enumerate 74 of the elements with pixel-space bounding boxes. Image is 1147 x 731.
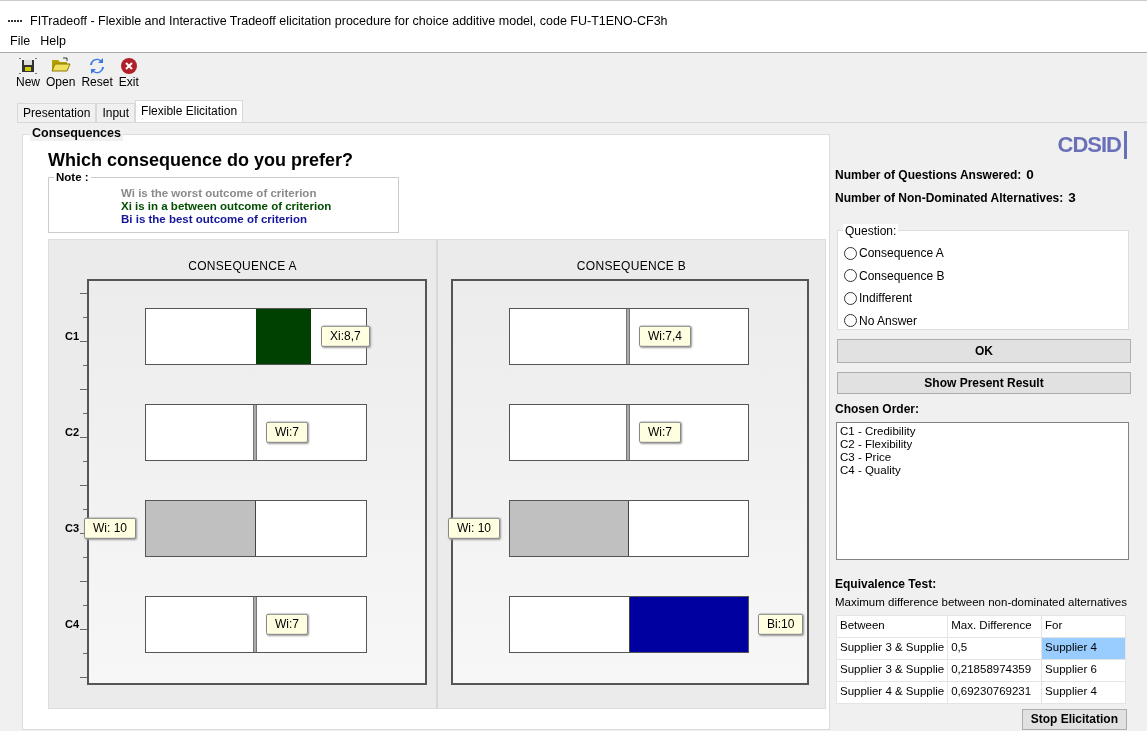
stat-label: Number of Questions Answered: [835,168,1022,183]
bar-marker [626,309,630,364]
table-cell: Supplier 4 & Supplie [836,681,948,704]
radio-button[interactable] [844,291,857,305]
menu-item[interactable]: Help [40,34,66,48]
bar-marker [253,405,257,460]
question-heading: Which consequence do you prefer? [48,150,355,172]
bar-marker [626,405,630,460]
close-icon [119,57,138,75]
axis-label: C2 [64,425,79,440]
column-header: For [1041,615,1126,638]
table-cell: 0,69230769231 [947,681,1042,704]
radio-label[interactable]: No Answer [859,313,918,328]
toolbar-button[interactable]: Exit [116,57,141,96]
menu-item[interactable]: File [10,34,31,48]
radio-button[interactable] [844,269,857,283]
tab[interactable]: Input [96,102,136,122]
stat-value: 0 [1026,167,1034,184]
value-tag: Wi:7 [266,422,308,443]
result-button[interactable]: Show Present Result [837,372,1131,394]
list-item[interactable]: C3 - Price [840,451,1125,465]
value-tag: Wi:7,4 [639,326,691,347]
stat-label: Number of Non-Dominated Alternatives: [835,191,1064,206]
axis-label: C1 [64,329,79,344]
chart-title: CONSEQUENCE B [575,257,688,275]
bar-marker [253,597,257,652]
value-tag: Bi:10 [758,614,804,635]
group-title: Question: [843,224,899,239]
radio-label[interactable]: Consequence A [859,246,944,261]
list-item[interactable]: C1 - Credibility [840,425,1125,439]
ok-button[interactable]: OK [837,339,1131,363]
table-cell: 0,21858974359 [947,659,1042,682]
value-tag: Wi:7 [639,422,681,443]
tab[interactable]: Flexible Elicitation [135,100,244,122]
tab[interactable]: Presentation [17,102,97,122]
window-icon [8,20,22,23]
table-cell: Supplier 3 & Supplie [836,659,948,682]
radio-label[interactable]: Consequence B [859,268,945,283]
note-text: Xi is in a between outcome of criterion [121,199,333,213]
stop-button[interactable]: Stop Elicitation [1021,708,1127,730]
section-title: Chosen Order: [835,402,920,417]
column-header: Max. Difference [947,615,1042,638]
note-text: Wi is the worst outcome of criterion [121,186,318,200]
value-tag: Wi: 10 [448,518,500,539]
value-tag: Wi:7 [266,614,308,635]
toolbar-button[interactable]: Reset [79,57,115,96]
group-title: Consequences [30,126,123,141]
note-text: Bi is the best outcome of criterion [121,212,308,226]
list-item[interactable]: C2 - Flexibility [840,438,1125,452]
list-item[interactable]: C4 - Quality [840,464,1125,478]
refresh-icon [89,57,106,75]
table-cell: 0,5 [947,637,1042,660]
value-tag: Wi: 10 [84,518,136,539]
stat-value: 3 [1068,190,1076,207]
toolbar-button[interactable]: New [14,57,42,96]
radio-button[interactable] [844,246,857,260]
axis-label: C3 [64,521,79,536]
radio-label[interactable]: Indifferent [859,291,913,306]
radio-button[interactable] [844,314,857,328]
column-header: Between [836,615,948,638]
description-text: Maximum difference between non-dominated alternatives [835,595,1128,610]
table-cell[interactable]: Supplier 4 [1041,681,1126,704]
logo: CDSID [1057,131,1127,159]
folder-icon [50,57,71,75]
chart-title: CONSEQUENCE A [187,257,298,275]
value-tag: Xi:8,7 [321,326,370,347]
window-title: FITradeoff - Flexible and Interactive Tradeoff elicitation procedure for choice additive model, code FU-T1ENO-CF3h [30,14,668,29]
toolbar-button[interactable]: Open [44,57,78,96]
section-title: Equivalence Test: [835,577,938,592]
axis-label: C4 [64,617,79,632]
note-title: Note : [54,170,91,184]
table-cell: Supplier 3 & Supplie [836,637,948,660]
bar-fill [256,309,311,364]
table-cell[interactable]: Supplier 6 [1041,659,1126,682]
